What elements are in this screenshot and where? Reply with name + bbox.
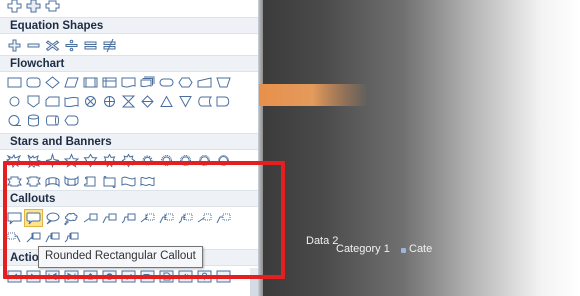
flowchart-alternate-process-icon[interactable] bbox=[24, 73, 43, 91]
legend-marker bbox=[401, 248, 406, 253]
flowchart-data-icon[interactable] bbox=[62, 73, 81, 91]
flowchart-connector-icon[interactable] bbox=[5, 92, 24, 110]
section-stars-and-banners: Stars and Banners bbox=[0, 133, 258, 150]
multiply-equation-icon[interactable] bbox=[43, 36, 62, 54]
flowchart-sequential-storage-icon[interactable] bbox=[5, 111, 24, 129]
flowchart-magnetic-disk-icon[interactable] bbox=[24, 111, 43, 129]
flowchart-merge-icon[interactable] bbox=[176, 92, 195, 110]
division-equation-icon[interactable] bbox=[62, 36, 81, 54]
flowchart-sort-icon[interactable] bbox=[138, 92, 157, 110]
cross-outline-icon[interactable] bbox=[43, 0, 62, 14]
flowchart-off-page-connector-icon[interactable] bbox=[24, 92, 43, 110]
minus-equation-icon[interactable] bbox=[24, 36, 43, 54]
shape-row-top bbox=[5, 0, 62, 14]
flowchart-direct-access-storage-icon[interactable] bbox=[43, 111, 62, 129]
flowchart-delay-icon[interactable] bbox=[214, 92, 233, 110]
shape-row-flowchart-1 bbox=[5, 73, 233, 91]
flowchart-document-icon[interactable] bbox=[119, 73, 138, 91]
plus-equation-icon[interactable] bbox=[5, 36, 24, 54]
flowchart-or-icon[interactable] bbox=[100, 92, 119, 110]
flowchart-stored-data-icon[interactable] bbox=[195, 92, 214, 110]
flowchart-extract-icon[interactable] bbox=[157, 92, 176, 110]
shape-row-flowchart-2 bbox=[5, 92, 233, 110]
flowchart-process-icon[interactable] bbox=[5, 73, 24, 91]
shape-row-equation bbox=[5, 36, 119, 54]
flowchart-punched-tape-icon[interactable] bbox=[62, 92, 81, 110]
section-flowchart: Flowchart bbox=[0, 55, 258, 72]
flowchart-card-icon[interactable] bbox=[43, 92, 62, 110]
shape-row-flowchart-3 bbox=[5, 111, 81, 129]
equal-equation-icon[interactable] bbox=[81, 36, 100, 54]
flowchart-display-icon[interactable] bbox=[62, 111, 81, 129]
flowchart-internal-storage-icon[interactable] bbox=[100, 73, 119, 91]
flowchart-manual-operation-icon[interactable] bbox=[214, 73, 233, 91]
cross-shape-icon[interactable] bbox=[24, 0, 43, 14]
section-equation-shapes: Equation Shapes bbox=[0, 17, 258, 34]
shape-tooltip: Rounded Rectangular Callout bbox=[38, 246, 203, 268]
flowchart-multidocument-icon[interactable] bbox=[138, 73, 157, 91]
flowchart-decision-icon[interactable] bbox=[43, 73, 62, 91]
flowchart-preparation-icon[interactable] bbox=[176, 73, 195, 91]
flowchart-manual-input-icon[interactable] bbox=[195, 73, 214, 91]
flowchart-predefined-process-icon[interactable] bbox=[81, 73, 100, 91]
chart-bar-orange bbox=[258, 84, 368, 106]
flowchart-summing-junction-icon[interactable] bbox=[81, 92, 100, 110]
plus-shape-icon[interactable] bbox=[5, 0, 24, 14]
chart-category-label-partial: Cate bbox=[409, 243, 433, 255]
not-equal-equation-icon[interactable] bbox=[100, 36, 119, 54]
flowchart-collate-icon[interactable] bbox=[119, 92, 138, 110]
chart-series-label: Data 2 bbox=[306, 235, 339, 247]
chart-category-label: Category 1 bbox=[336, 243, 390, 255]
flowchart-terminator-icon[interactable] bbox=[157, 73, 176, 91]
